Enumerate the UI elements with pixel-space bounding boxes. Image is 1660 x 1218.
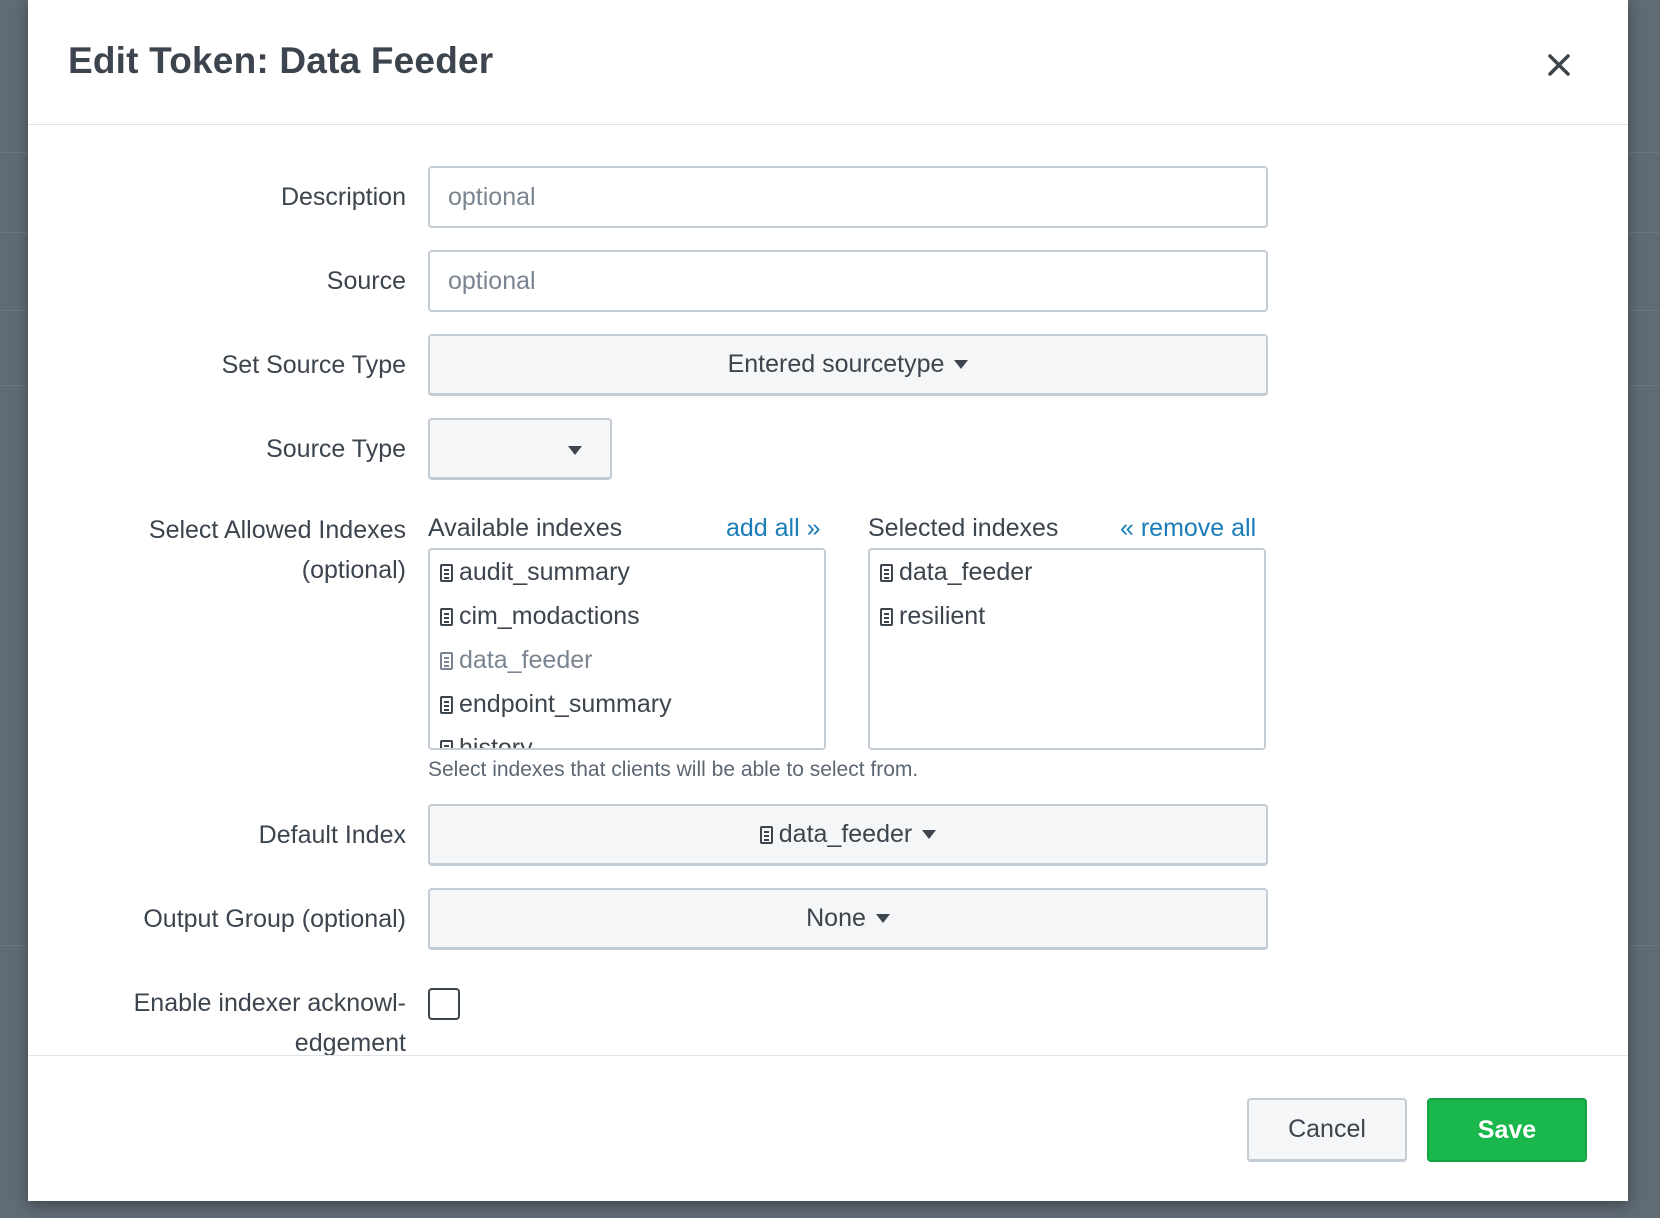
index-icon	[759, 825, 773, 844]
caret-down-icon	[568, 446, 582, 455]
add-all-link[interactable]: add all »	[726, 510, 821, 546]
save-button[interactable]: Save	[1427, 1098, 1587, 1162]
edit-token-modal: Edit Token: Data Feeder Description Sour…	[28, 0, 1628, 1201]
available-indexes-list[interactable]: audit_summary cim_modactions data_feeder…	[428, 548, 826, 750]
caret-down-icon	[875, 914, 890, 923]
caret-down-icon	[922, 830, 937, 839]
modal-body: Description Source Set Source Type Enter…	[28, 126, 1628, 1057]
index-icon	[440, 740, 453, 748]
allowed-indexes-help: Select indexes that clients will be able…	[428, 758, 919, 781]
output-group-value: None	[806, 904, 866, 932]
output-group-dropdown[interactable]: None	[428, 888, 1268, 950]
modal-title: Edit Token: Data Feeder	[68, 40, 494, 81]
default-index-dropdown[interactable]: data_feeder	[428, 804, 1268, 866]
index-icon	[440, 652, 453, 670]
source-type-label: Source Type	[266, 435, 406, 463]
index-icon	[440, 608, 453, 626]
close-icon	[1548, 54, 1570, 76]
remove-all-link[interactable]: « remove all	[1120, 510, 1256, 546]
indexer-ack-label: Enable indexer acknowl- edgement	[133, 989, 406, 1057]
available-indexes-header: Available indexes	[428, 514, 623, 542]
list-item[interactable]: endpoint_summary	[430, 682, 824, 726]
default-index-value: data_feeder	[778, 820, 913, 848]
list-item[interactable]: data_feeder	[430, 638, 824, 682]
list-item[interactable]: audit_summary	[430, 550, 824, 594]
source-label: Source	[326, 267, 406, 295]
index-icon	[440, 564, 453, 582]
cancel-button[interactable]: Cancel	[1247, 1098, 1407, 1162]
list-item[interactable]: history	[430, 726, 824, 748]
index-icon	[880, 608, 893, 626]
close-button[interactable]	[1542, 48, 1576, 82]
set-source-type-value: Entered sourcetype	[727, 350, 945, 378]
selected-indexes-header: Selected indexes	[868, 514, 1059, 542]
modal-header: Edit Token: Data Feeder	[28, 0, 1628, 125]
index-icon	[880, 564, 893, 582]
allowed-indexes-label: Select Allowed Indexes (optional)	[148, 516, 406, 584]
list-item[interactable]: cim_modactions	[430, 594, 824, 638]
index-icon	[440, 696, 453, 714]
modal-footer: Cancel Save	[28, 1055, 1628, 1201]
source-input[interactable]	[428, 250, 1268, 312]
output-group-label: Output Group (optional)	[143, 905, 406, 933]
description-input[interactable]	[428, 166, 1268, 228]
set-source-type-dropdown[interactable]: Entered sourcetype	[428, 334, 1268, 396]
source-type-dropdown[interactable]	[428, 418, 612, 480]
indexer-ack-checkbox[interactable]	[428, 988, 460, 1020]
caret-down-icon	[954, 360, 969, 369]
allowed-indexes-row: Select Allowed Indexes (optional) Availa…	[28, 502, 1628, 781]
selected-indexes-list[interactable]: data_feeder resilient	[868, 548, 1266, 750]
description-label: Description	[280, 183, 406, 211]
set-source-type-label: Set Source Type	[221, 351, 406, 379]
list-item[interactable]: data_feeder	[870, 550, 1264, 594]
list-item[interactable]: resilient	[870, 594, 1264, 638]
default-index-label: Default Index	[258, 821, 406, 849]
